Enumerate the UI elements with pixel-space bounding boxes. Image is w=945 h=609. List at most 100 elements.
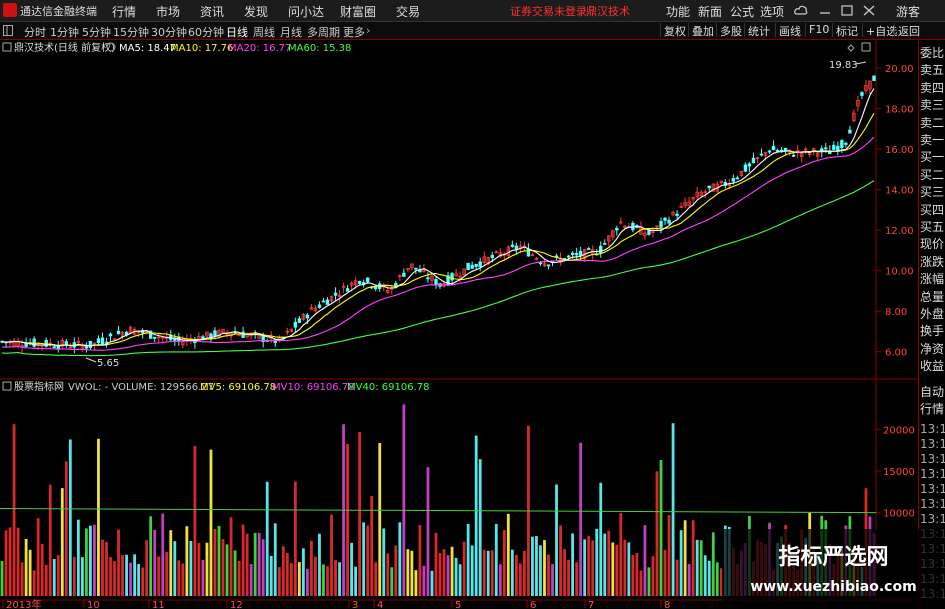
diamond-icon[interactable] (847, 44, 855, 52)
side-panel-item[interactable]: 外盘 (920, 307, 945, 321)
volume-bar (241, 524, 245, 596)
period-5min[interactable]: 5分钟 (82, 24, 111, 40)
candle-body (321, 300, 326, 303)
side-panel-item[interactable]: 买五 (920, 220, 945, 234)
period-month[interactable]: 月线 (280, 24, 302, 40)
candle-body (24, 343, 28, 347)
side-panel-item[interactable]: 卖五 (920, 63, 945, 77)
period-fenshi[interactable]: 分时 (24, 24, 46, 40)
volume-bar (84, 528, 88, 596)
side-panel-item[interactable]: 卖三 (920, 98, 945, 112)
stats-button[interactable]: 统计 (744, 23, 773, 38)
menu-jiaoyi[interactable]: 交易 (396, 3, 420, 20)
menu-hangqing[interactable]: 行情 (112, 3, 136, 20)
side-panel-item[interactable]: 13:1 (920, 437, 945, 451)
candle-body (213, 330, 217, 337)
side-panel-item[interactable]: 行情 (920, 402, 945, 416)
overlay-button[interactable]: 叠加 (688, 23, 717, 38)
period-more[interactable]: 更多 (343, 24, 365, 40)
price-tick-label: 14.00 (885, 186, 914, 197)
volume-bar (229, 517, 233, 596)
side-panel-item[interactable]: 13:1 (920, 497, 945, 511)
period-30min[interactable]: 30分钟 (151, 24, 187, 40)
period-multi[interactable]: 多周期 (307, 24, 340, 40)
side-panel-item[interactable]: 总量 (920, 290, 945, 304)
menu-zixun[interactable]: 资讯 (200, 3, 224, 20)
kline-chart-area[interactable]: 20.00 18.00 16.00 14.00 12.00 10.00 8.00 6.00 2… (0, 40, 918, 609)
volume-bar (137, 564, 141, 596)
side-panel-item[interactable]: 换手 (920, 324, 945, 338)
candle-body (574, 252, 579, 256)
high-price-label: 19.83 (829, 60, 858, 71)
ma10-line (1, 113, 875, 347)
side-panel-item[interactable]: 自动 (920, 385, 945, 399)
close-icon[interactable] (862, 4, 876, 17)
volume-bar (225, 544, 229, 596)
multi-stock-button[interactable]: 多股 (716, 23, 745, 38)
minimize-icon[interactable] (818, 4, 832, 17)
side-panel-item[interactable]: 卖一 (920, 133, 945, 147)
volume-bar (386, 553, 390, 596)
vol-toggle-icon[interactable] (2, 381, 12, 391)
side-panel-item[interactable]: 涨跌 (920, 255, 945, 269)
side-panel-item[interactable]: 收益 (920, 359, 945, 373)
side-panel-item[interactable]: 涨幅 (920, 272, 945, 286)
menu-xinmian[interactable]: 新面 (698, 3, 722, 20)
chart-toggle-icon[interactable] (2, 42, 12, 52)
volume-bar (458, 564, 462, 596)
volume-bar (482, 549, 486, 596)
side-panel-item[interactable]: 委比 (920, 46, 945, 60)
candle-body (840, 140, 844, 149)
volume-bar (221, 539, 225, 596)
price-tick-label: 20.00 (885, 64, 914, 75)
side-panel-item[interactable]: 净资 (920, 342, 945, 356)
period-day[interactable]: 日线 (226, 24, 248, 40)
side-panel-item[interactable]: 买四 (920, 203, 945, 217)
period-1min[interactable]: 1分钟 (50, 24, 79, 40)
menu-gongshi[interactable]: 公式 (730, 3, 754, 20)
volume-bar (563, 548, 566, 596)
side-panel-item[interactable]: 买二 (920, 168, 945, 182)
volume-bar (555, 484, 558, 596)
more-chevron-icon[interactable]: › (366, 24, 370, 37)
side-panel-item[interactable]: 现价 (920, 237, 945, 251)
guest-label[interactable]: 游客 (896, 3, 920, 20)
panel-expand-icon[interactable] (861, 42, 871, 52)
side-panel-item[interactable]: 卖四 (920, 81, 945, 95)
volume-bar (28, 549, 32, 596)
menu-caifuquan[interactable]: 财富圈 (340, 3, 376, 20)
volume-bar (579, 442, 583, 596)
ma10-label: MA10: 17.76 (170, 43, 233, 54)
side-panel-item[interactable]: 买三 (920, 185, 945, 199)
draw-line-button[interactable]: 画线 (775, 23, 804, 38)
f10-button[interactable]: F10 (805, 23, 832, 37)
side-panel-item[interactable]: 13:1 (920, 482, 945, 496)
menu-gongneng[interactable]: 功能 (666, 3, 690, 20)
volume-bar (651, 556, 655, 596)
side-panel-item[interactable]: 13:1 (920, 422, 945, 436)
period-15min[interactable]: 15分钟 (113, 24, 149, 40)
mark-button[interactable]: 标记 (832, 23, 861, 38)
side-panel-item[interactable]: 13:1 (920, 467, 945, 481)
side-panel-item[interactable]: 买一 (920, 150, 945, 164)
cloud-icon[interactable] (794, 4, 808, 17)
period-60min[interactable]: 60分钟 (188, 24, 224, 40)
side-panel-item[interactable]: 13:1 (920, 452, 945, 466)
side-panel-item[interactable]: 13:1 (920, 512, 945, 526)
menu-xuanxiang[interactable]: 选项 (760, 3, 784, 20)
fuquan-button[interactable]: 复权 (660, 23, 689, 38)
stock-name-tab[interactable]: 鼎汉技术 (586, 3, 630, 19)
menu-wenxiaoda[interactable]: 问小达 (288, 3, 324, 20)
vol-indicator-title: 股票指标网 (14, 380, 64, 393)
side-panel-item[interactable]: 卖二 (920, 116, 945, 130)
period-week[interactable]: 周线 (253, 24, 275, 40)
back-button[interactable]: 返回 (894, 23, 923, 38)
menu-shichang[interactable]: 市场 (156, 3, 180, 20)
candle-body (586, 248, 591, 250)
ma20-label: MA20: 16.77 (228, 43, 291, 54)
login-status[interactable]: 证券交易未登录 (510, 3, 587, 19)
panel-toggle-icon[interactable] (3, 25, 13, 36)
maximize-icon[interactable] (840, 4, 854, 17)
price-tick-label: 18.00 (885, 105, 914, 116)
menu-faxian[interactable]: 发现 (244, 3, 268, 20)
